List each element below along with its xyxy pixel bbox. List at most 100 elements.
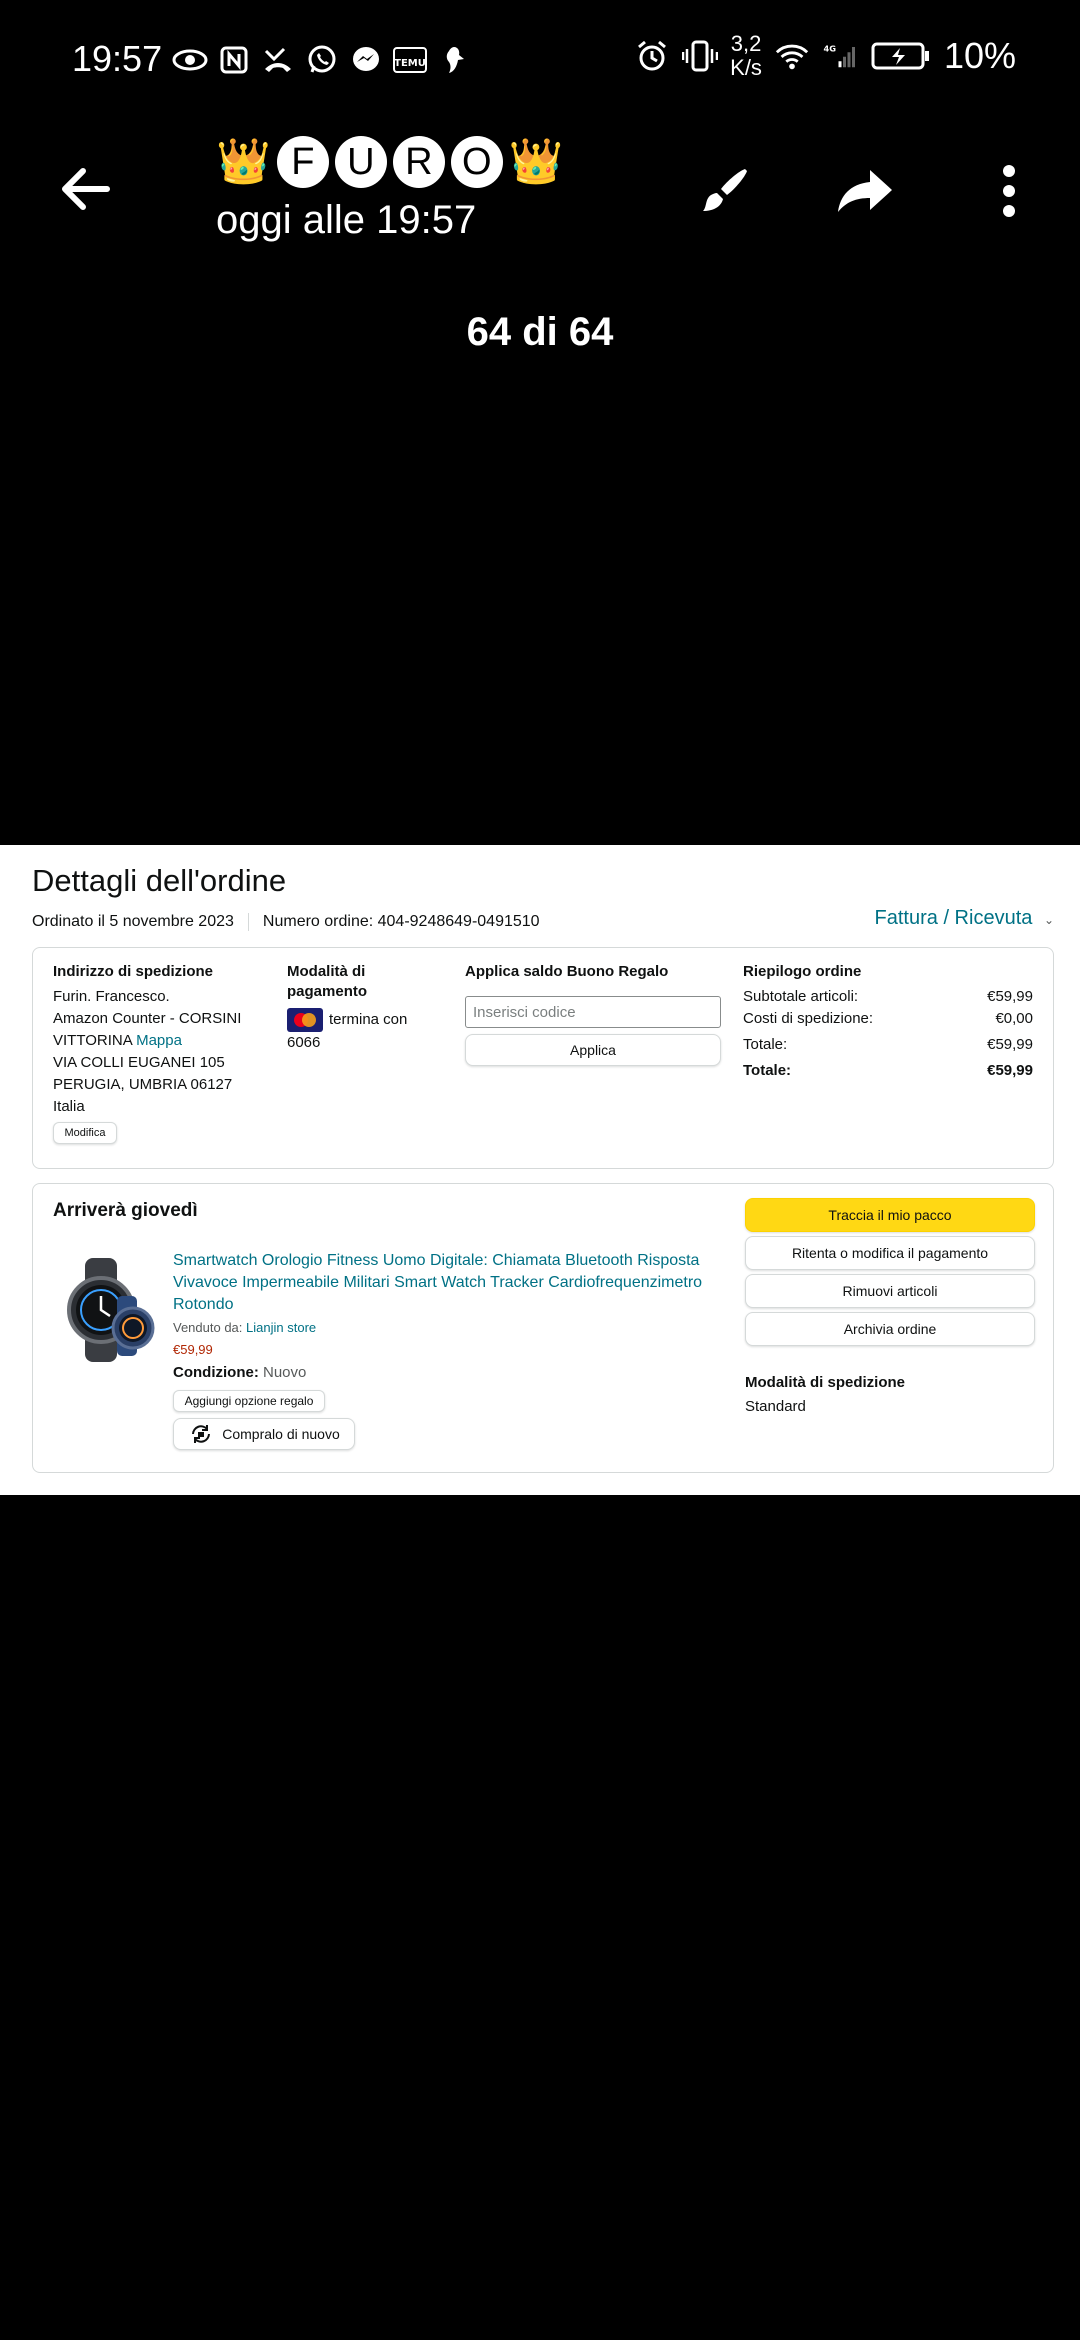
network-speed-unit: K/s bbox=[730, 55, 762, 80]
summary-value: €59,99 bbox=[987, 1062, 1033, 1079]
seller-line: Venduto da: Lianjin store bbox=[173, 1320, 316, 1335]
eye-icon bbox=[172, 42, 208, 78]
summary-row: Costi di spedizione: €0,00 bbox=[743, 1010, 1033, 1027]
order-meta: Ordinato il 5 novembre 2023 Numero ordin… bbox=[32, 913, 540, 931]
svg-text:TEMU: TEMU bbox=[394, 58, 426, 69]
summary-label: Costi di spedizione: bbox=[743, 1010, 874, 1027]
summary-label: Totale: bbox=[743, 1062, 792, 1079]
address-line: PERUGIA, UMBRIA 06127 bbox=[53, 1076, 233, 1093]
buy-again-label: Compralo di nuovo bbox=[222, 1426, 340, 1442]
meta-divider bbox=[247, 913, 249, 931]
order-date: Ordinato il 5 novembre 2023 bbox=[32, 913, 234, 930]
status-time: 19:57 bbox=[72, 38, 163, 79]
address-line: Italia bbox=[53, 1098, 85, 1115]
back-button[interactable] bbox=[50, 154, 120, 224]
order-title: Dettagli dell'ordine bbox=[32, 863, 287, 898]
message-timestamp: oggi alle 19:57 bbox=[216, 198, 477, 242]
item-price: €59,99 bbox=[173, 1342, 213, 1357]
condition-label: Condizione: bbox=[173, 1364, 259, 1381]
messenger-icon bbox=[348, 42, 384, 78]
battery-icon bbox=[870, 38, 932, 74]
summary-total-row: Totale: €59,99 bbox=[743, 1062, 1033, 1079]
summary-label: Subtotale articoli: bbox=[743, 988, 859, 1005]
missed-call-icon bbox=[260, 42, 296, 78]
delivery-heading: Arriverà giovedì bbox=[53, 1200, 198, 1221]
seller-link[interactable]: Lianjin store bbox=[246, 1320, 316, 1335]
archive-order-button[interactable]: Archivia ordine bbox=[745, 1312, 1035, 1346]
summary-row: Totale: €59,99 bbox=[743, 1036, 1033, 1053]
address-line: Amazon Counter - CORSINI bbox=[53, 1010, 242, 1027]
product-title-link[interactable]: Smartwatch Orologio Fitness Uomo Digital… bbox=[173, 1250, 713, 1316]
address-line: Furin. Francesco. bbox=[53, 988, 170, 1005]
payment-card: termina con 6066 bbox=[287, 1008, 427, 1054]
payment-heading-line: Modalità di bbox=[287, 963, 366, 980]
whatsapp-icon bbox=[304, 42, 340, 78]
signal-icon: 4G bbox=[822, 38, 858, 74]
add-gift-option-button[interactable]: Aggiungi opzione regalo bbox=[173, 1390, 325, 1412]
card-last4: 6066 bbox=[287, 1034, 321, 1051]
brush-icon bbox=[703, 169, 747, 211]
notification-icons: TEMU bbox=[172, 42, 472, 78]
contact-letter: O bbox=[450, 136, 503, 188]
summary-value: €0,00 bbox=[995, 1010, 1033, 1027]
network-speed-value: 3,2 bbox=[730, 31, 762, 56]
summary-value: €59,99 bbox=[987, 1036, 1033, 1053]
shipment-panel: Arriverà giovedì Smartwatch Orologio Fit… bbox=[32, 1183, 1054, 1473]
bird-icon bbox=[436, 42, 472, 78]
payment-heading-line: pagamento bbox=[287, 983, 368, 1000]
address-line-with-map: VITTORINA Mappa bbox=[53, 1030, 182, 1052]
payment-heading: Modalità di pagamento bbox=[287, 962, 367, 1002]
order-info-panel: Indirizzo di spedizione Furin. Francesco… bbox=[32, 947, 1054, 1169]
track-package-button[interactable]: Traccia il mio pacco bbox=[745, 1198, 1035, 1232]
back-arrow-icon bbox=[62, 168, 110, 210]
apply-button[interactable]: Applica bbox=[465, 1034, 721, 1066]
image-counter: 64 di 64 bbox=[466, 310, 614, 354]
card-ending-text: termina con bbox=[329, 1010, 408, 1028]
remove-items-button[interactable]: Rimuovi articoli bbox=[745, 1274, 1035, 1308]
order-number: Numero ordine: 404-9248649-0491510 bbox=[262, 913, 540, 930]
share-button[interactable] bbox=[830, 156, 900, 226]
condition-line: Condizione: Nuovo bbox=[173, 1364, 306, 1381]
nfc-icon bbox=[216, 42, 252, 78]
address-line: VIA COLLI EUGANEI 105 bbox=[53, 1054, 225, 1071]
retry-payment-button[interactable]: Ritenta o modifica il pagamento bbox=[745, 1236, 1035, 1270]
shipping-method-heading: Modalità di spedizione bbox=[745, 1374, 906, 1391]
contact-letter: F bbox=[276, 136, 329, 188]
shipping-heading: Indirizzo di spedizione bbox=[53, 963, 214, 980]
condition-value: Nuovo bbox=[263, 1364, 307, 1381]
contact-name: 👑 F U R O 👑 bbox=[216, 134, 564, 190]
edit-button[interactable] bbox=[688, 156, 758, 226]
address-line: VITTORINA bbox=[53, 1032, 132, 1049]
edit-address-button[interactable]: Modifica bbox=[53, 1122, 117, 1144]
summary-value: €59,99 bbox=[987, 988, 1033, 1005]
share-icon bbox=[838, 170, 892, 212]
buy-again-icon bbox=[192, 1425, 211, 1443]
summary-heading: Riepilogo ordine bbox=[743, 963, 862, 980]
contact-letter: U bbox=[334, 136, 387, 188]
summary-label: Totale: bbox=[743, 1036, 788, 1053]
shipping-method-value: Standard bbox=[745, 1398, 806, 1415]
system-indicators: 3,2 K/s 4G 10% bbox=[634, 32, 1016, 80]
chevron-down-icon: ⌄ bbox=[1043, 913, 1054, 927]
battery-percent: 10% bbox=[943, 35, 1016, 76]
product-image[interactable] bbox=[55, 1256, 163, 1364]
alarm-icon bbox=[634, 38, 670, 74]
summary-row: Subtotale articoli: €59,99 bbox=[743, 988, 1033, 1005]
crown-emoji: 👑 bbox=[508, 137, 564, 186]
network-type-label: 4G bbox=[823, 44, 836, 54]
crown-emoji: 👑 bbox=[216, 137, 271, 186]
buy-again-button[interactable]: Compralo di nuovo bbox=[173, 1418, 355, 1450]
more-options-button[interactable] bbox=[974, 156, 1044, 226]
map-link[interactable]: Mappa bbox=[136, 1032, 182, 1049]
invoice-link-label: Fattura / Ricevuta bbox=[874, 907, 1033, 929]
contact-letter: R bbox=[392, 136, 445, 188]
network-speed: 3,2 K/s bbox=[730, 32, 762, 80]
status-bar: 19:57 TEMU 3,2 K/s 4G 10% bbox=[0, 0, 1080, 120]
sold-by-label: Venduto da: bbox=[173, 1320, 243, 1335]
more-vertical-icon bbox=[1003, 165, 1015, 217]
gift-card-heading: Applica saldo Buono Regalo bbox=[465, 963, 669, 980]
gift-code-input[interactable] bbox=[465, 996, 721, 1028]
mastercard-icon bbox=[287, 1008, 323, 1032]
invoice-link[interactable]: Fattura / Ricevuta ⌄ bbox=[875, 907, 1054, 930]
temu-icon: TEMU bbox=[392, 42, 428, 78]
